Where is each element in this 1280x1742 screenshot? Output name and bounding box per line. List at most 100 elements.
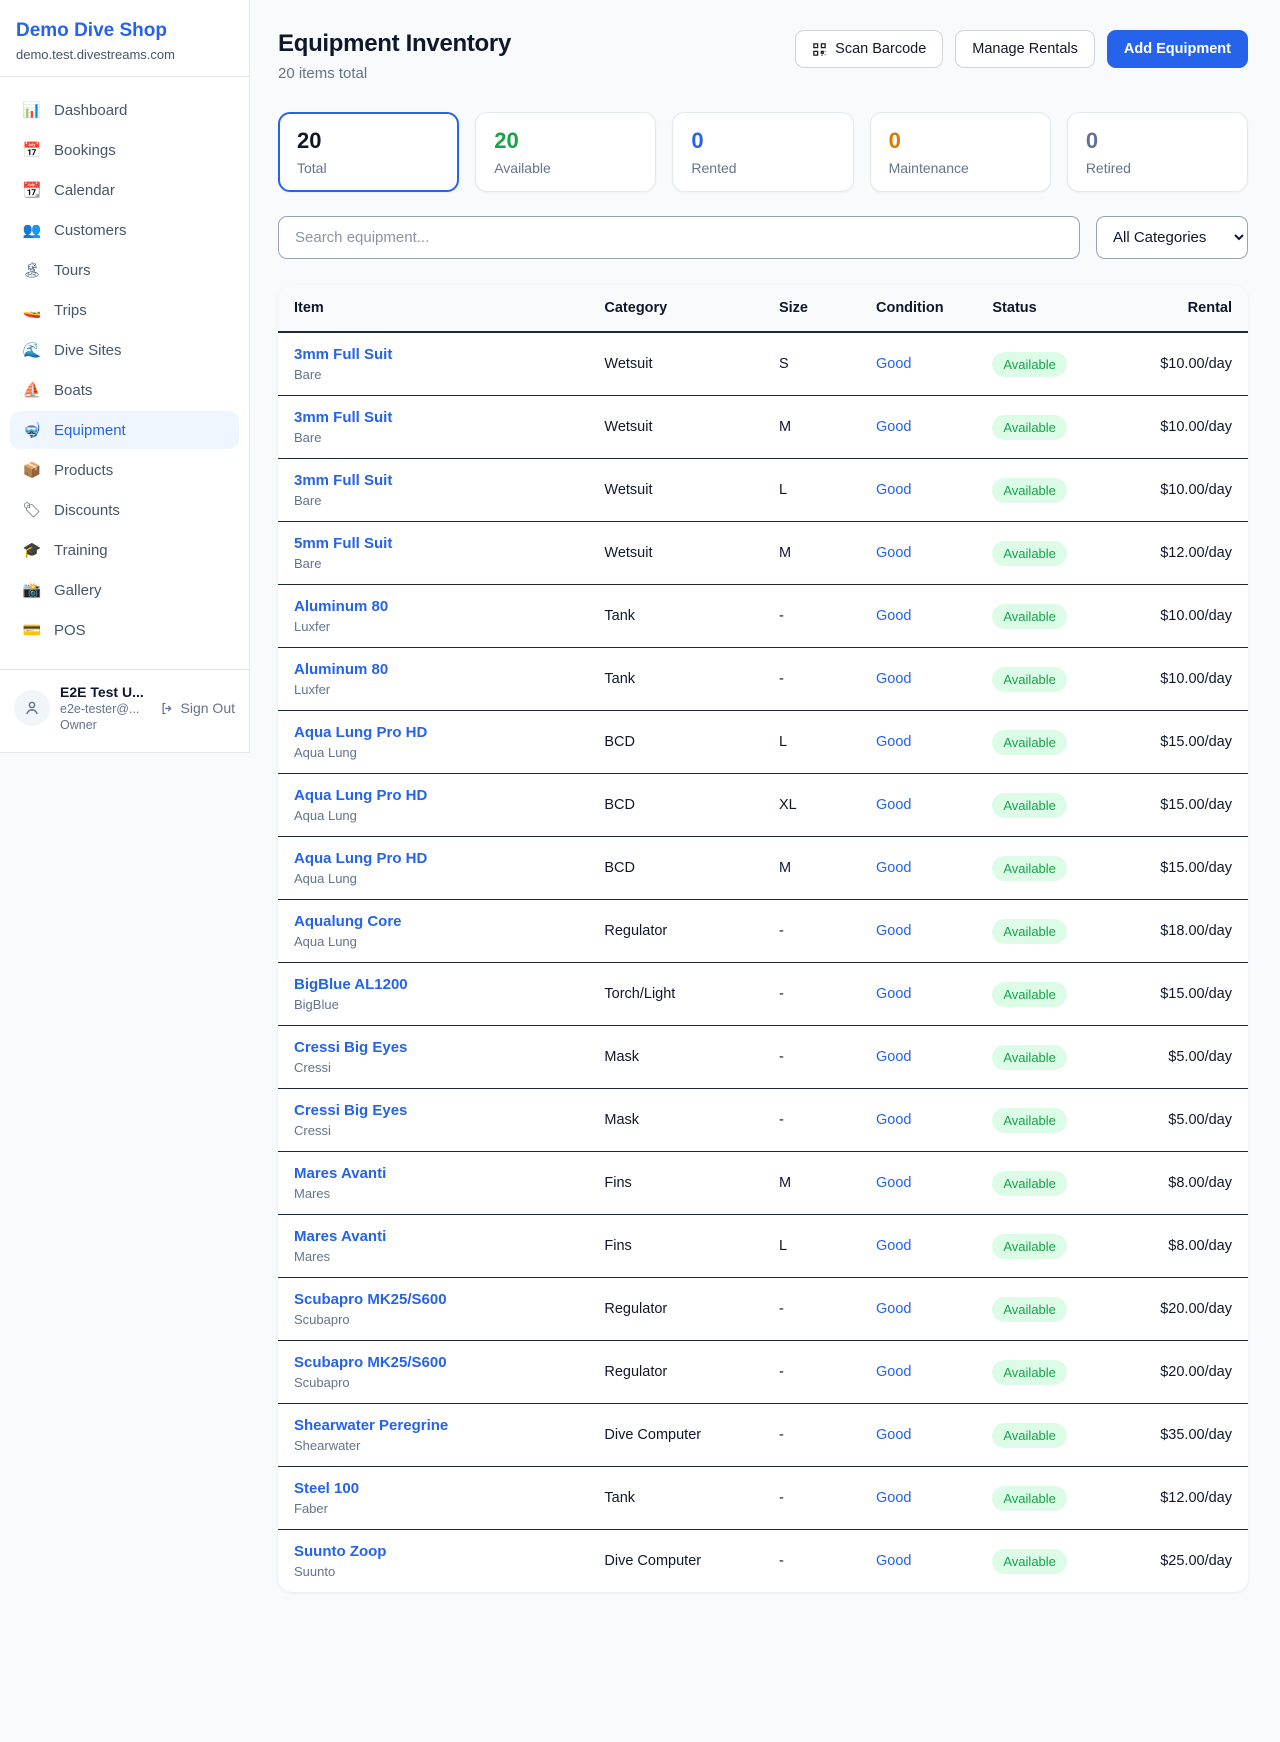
item-name-link[interactable]: Aluminum 80 (294, 598, 388, 615)
item-name-link[interactable]: Aqua Lung Pro HD (294, 724, 427, 741)
item-condition-link[interactable]: Good (876, 545, 911, 561)
stat-card[interactable]: 0 Retired (1067, 112, 1248, 192)
item-name-link[interactable]: Aqualung Core (294, 913, 402, 930)
item-condition-link[interactable]: Good (876, 1049, 911, 1065)
stat-value: 20 (494, 128, 637, 154)
item-condition-link[interactable]: Good (876, 1112, 911, 1128)
sidebar-item[interactable]: 📊 Dashboard (10, 91, 239, 129)
item-category: Fins (588, 1152, 763, 1215)
sidebar-item[interactable]: 🏷 Discounts (10, 491, 239, 529)
item-condition-link[interactable]: Good (876, 1553, 911, 1569)
stat-value: 20 (297, 128, 440, 154)
item-name-link[interactable]: Cressi Big Eyes (294, 1102, 407, 1119)
item-rental-rate: $10.00/day (1122, 648, 1248, 711)
status-badge: Available (992, 1171, 1067, 1196)
stat-card[interactable]: 20 Available (475, 112, 656, 192)
sidebar-item-label: POS (54, 622, 86, 639)
item-name-link[interactable]: Steel 100 (294, 1480, 359, 1497)
item-rental-rate: $20.00/day (1122, 1278, 1248, 1341)
item-name-link[interactable]: 3mm Full Suit (294, 346, 392, 363)
item-condition-link[interactable]: Good (876, 356, 911, 372)
sidebar-item-icon: 🏷 (22, 501, 42, 519)
sidebar-item[interactable]: 🎓 Training (10, 531, 239, 569)
shop-name[interactable]: Demo Dive Shop (16, 20, 233, 42)
scan-barcode-button[interactable]: Scan Barcode (795, 30, 943, 68)
item-condition-link[interactable]: Good (876, 482, 911, 498)
sidebar-item[interactable]: 🌊 Dive Sites (10, 331, 239, 369)
status-badge: Available (992, 730, 1067, 755)
sidebar-item-label: Customers (54, 222, 127, 239)
sidebar-item[interactable]: 💳 POS (10, 611, 239, 649)
sidebar-item[interactable]: 🚤 Trips (10, 291, 239, 329)
item-brand: Cressi (294, 1123, 572, 1138)
item-condition-link[interactable]: Good (876, 860, 911, 876)
item-name-link[interactable]: Aqua Lung Pro HD (294, 850, 427, 867)
item-name-link[interactable]: Mares Avanti (294, 1228, 386, 1245)
stat-card[interactable]: 0 Rented (672, 112, 853, 192)
item-condition-link[interactable]: Good (876, 986, 911, 1002)
item-name-link[interactable]: Suunto Zoop (294, 1543, 386, 1560)
sidebar-item[interactable]: 📸 Gallery (10, 571, 239, 609)
item-condition-link[interactable]: Good (876, 1427, 911, 1443)
item-condition-link[interactable]: Good (876, 734, 911, 750)
item-name-link[interactable]: Cressi Big Eyes (294, 1039, 407, 1056)
status-badge: Available (992, 604, 1067, 629)
item-size: M (763, 837, 860, 900)
item-name-link[interactable]: Aqua Lung Pro HD (294, 787, 427, 804)
user-role: Owner (60, 718, 150, 732)
sidebar-item[interactable]: 🏝 Tours (10, 251, 239, 289)
table-row: 5mm Full Suit Bare Wetsuit M Good Availa… (278, 522, 1248, 585)
sidebar-item[interactable]: ⛵ Boats (10, 371, 239, 409)
table-row: Cressi Big Eyes Cressi Mask - Good Avail… (278, 1026, 1248, 1089)
sidebar-item-icon: 📆 (22, 181, 42, 199)
item-rental-rate: $15.00/day (1122, 711, 1248, 774)
sidebar-item-label: Dive Sites (54, 342, 122, 359)
item-condition-link[interactable]: Good (876, 1301, 911, 1317)
item-condition-link[interactable]: Good (876, 1175, 911, 1191)
equipment-table-card: Item Category Size Condition Status Rent… (278, 285, 1248, 1592)
add-equipment-label: Add Equipment (1124, 41, 1231, 57)
stat-card[interactable]: 20 Total (278, 112, 459, 192)
item-condition-link[interactable]: Good (876, 608, 911, 624)
sidebar-item[interactable]: 📅 Bookings (10, 131, 239, 169)
add-equipment-button[interactable]: Add Equipment (1107, 30, 1248, 68)
sidebar-item-label: Trips (54, 302, 87, 319)
sign-out-button[interactable]: Sign Out (160, 700, 235, 716)
item-name-link[interactable]: BigBlue AL1200 (294, 976, 408, 993)
stat-card[interactable]: 0 Maintenance (870, 112, 1051, 192)
sidebar-item[interactable]: 📆 Calendar (10, 171, 239, 209)
item-rental-rate: $12.00/day (1122, 522, 1248, 585)
sidebar-item[interactable]: 📦 Products (10, 451, 239, 489)
item-condition-link[interactable]: Good (876, 419, 911, 435)
item-rental-rate: $35.00/day (1122, 1404, 1248, 1467)
item-name-link[interactable]: Mares Avanti (294, 1165, 386, 1182)
sidebar-item-label: Training (54, 542, 108, 559)
item-name-link[interactable]: Shearwater Peregrine (294, 1417, 448, 1434)
table-row: Aluminum 80 Luxfer Tank - Good Available… (278, 585, 1248, 648)
item-rental-rate: $8.00/day (1122, 1215, 1248, 1278)
item-name-link[interactable]: 3mm Full Suit (294, 409, 392, 426)
item-condition-link[interactable]: Good (876, 1238, 911, 1254)
item-condition-link[interactable]: Good (876, 1364, 911, 1380)
sidebar-item[interactable]: 🤿 Equipment (10, 411, 239, 449)
item-name-link[interactable]: Scubapro MK25/S600 (294, 1291, 447, 1308)
item-rental-rate: $10.00/day (1122, 459, 1248, 522)
item-name-link[interactable]: Aluminum 80 (294, 661, 388, 678)
item-name-link[interactable]: Scubapro MK25/S600 (294, 1354, 447, 1371)
category-select[interactable]: All Categories (1096, 216, 1248, 259)
stat-label: Retired (1086, 160, 1229, 176)
item-rental-rate: $20.00/day (1122, 1341, 1248, 1404)
item-size: XL (763, 774, 860, 837)
status-badge: Available (992, 667, 1067, 692)
item-name-link[interactable]: 5mm Full Suit (294, 535, 392, 552)
sidebar-item-icon: 🎓 (22, 541, 42, 559)
item-name-link[interactable]: 3mm Full Suit (294, 472, 392, 489)
manage-rentals-button[interactable]: Manage Rentals (955, 30, 1095, 68)
item-brand: Aqua Lung (294, 934, 572, 949)
search-input[interactable] (278, 216, 1080, 259)
item-condition-link[interactable]: Good (876, 671, 911, 687)
item-condition-link[interactable]: Good (876, 923, 911, 939)
item-condition-link[interactable]: Good (876, 1490, 911, 1506)
sidebar-item[interactable]: 👥 Customers (10, 211, 239, 249)
item-condition-link[interactable]: Good (876, 797, 911, 813)
